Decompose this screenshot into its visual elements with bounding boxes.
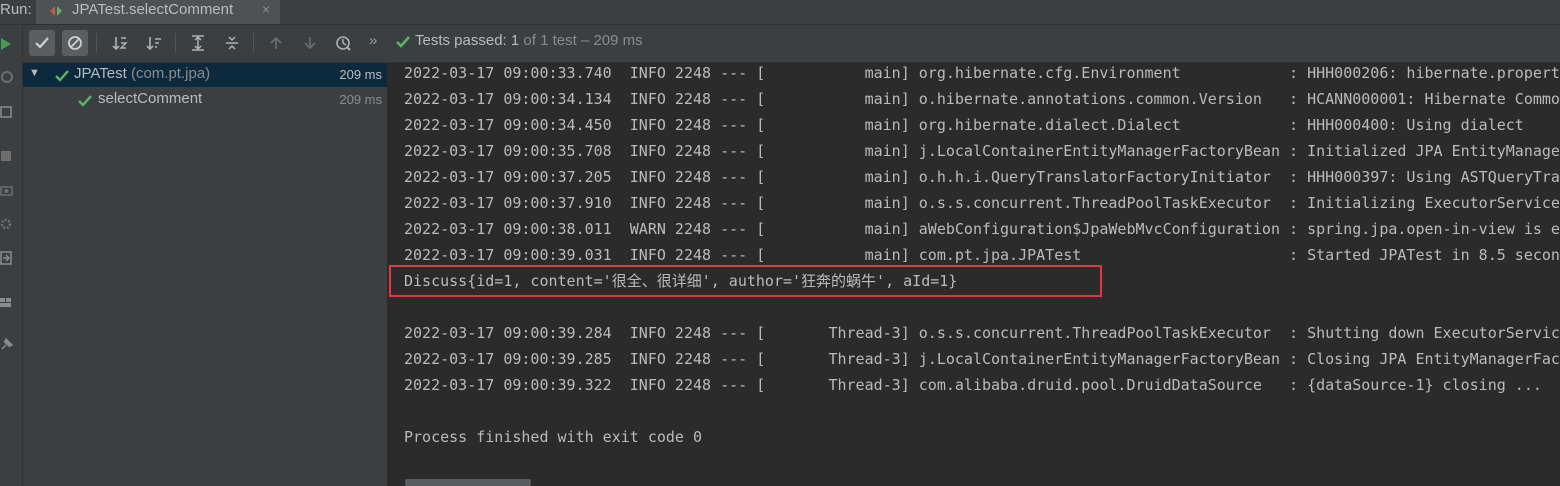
stop-icon[interactable] bbox=[0, 149, 14, 163]
tree-item-test-class[interactable]: ▼ JPATest (com.pt.jpa) 209 ms bbox=[23, 63, 387, 87]
next-failed-button[interactable] bbox=[297, 30, 323, 56]
run-config-tab[interactable]: JPATest.selectComment × bbox=[36, 0, 280, 24]
test-runner-toolbar: » Tests passed: 1 of 1 test – 209 ms bbox=[23, 25, 1560, 63]
sort-by-duration-button[interactable] bbox=[141, 30, 167, 56]
toolbar-separator bbox=[175, 33, 176, 53]
toolbar-separator bbox=[253, 33, 254, 53]
close-icon[interactable]: × bbox=[262, 1, 270, 17]
run-tab-bar: Run: JPATest.selectComment × bbox=[0, 0, 1560, 25]
run-label: Run: bbox=[0, 1, 32, 18]
test-status-summary: Tests passed: 1 of 1 test – 209 ms bbox=[415, 32, 643, 49]
sort-alpha-icon bbox=[112, 37, 128, 51]
expand-all-icon bbox=[192, 35, 204, 51]
more-icon[interactable]: » bbox=[369, 32, 377, 49]
tab-title: JPATest.selectComment bbox=[72, 1, 234, 18]
collapse-all-button[interactable] bbox=[219, 30, 245, 56]
log-line: 2022-03-17 09:00:34.450 INFO 2248 --- [ … bbox=[404, 116, 1524, 134]
tests-passed-check-icon bbox=[396, 36, 410, 48]
log-line: 2022-03-17 09:00:33.740 INFO 2248 --- [ … bbox=[404, 64, 1560, 82]
test-method-name: selectComment bbox=[98, 90, 203, 107]
test-class-package: (com.pt.jpa) bbox=[130, 65, 211, 82]
sort-alphabetically-button[interactable] bbox=[107, 30, 133, 56]
exit-icon[interactable] bbox=[0, 251, 14, 265]
test-duration: 209 ms bbox=[339, 92, 382, 107]
pin-icon[interactable] bbox=[0, 337, 14, 351]
run-icon[interactable] bbox=[0, 37, 14, 51]
show-passed-button[interactable] bbox=[29, 30, 55, 56]
test-results-tree: ▼ JPATest (com.pt.jpa) 209 ms selectComm… bbox=[23, 63, 388, 486]
log-line: 2022-03-17 09:00:39.322 INFO 2248 --- [ … bbox=[404, 376, 1542, 394]
log-line: 2022-03-17 09:00:34.134 INFO 2248 --- [ … bbox=[404, 90, 1560, 108]
layout-icon[interactable] bbox=[0, 295, 14, 309]
history-icon bbox=[336, 36, 351, 51]
show-ignored-button[interactable] bbox=[62, 30, 88, 56]
toggle-auto-test-icon[interactable] bbox=[0, 105, 14, 119]
rerun-failed-icon[interactable] bbox=[0, 70, 14, 84]
settings-icon[interactable] bbox=[0, 217, 14, 231]
arrow-up-icon bbox=[270, 36, 282, 49]
status-details: of 1 test – 209 ms bbox=[523, 32, 643, 49]
status-count: 1 bbox=[510, 32, 520, 49]
console-output[interactable]: 2022-03-17 09:00:33.740 INFO 2248 --- [ … bbox=[388, 63, 1560, 486]
log-line: 2022-03-17 09:00:39.285 INFO 2248 --- [ … bbox=[404, 350, 1560, 368]
log-line: 2022-03-17 09:00:37.910 INFO 2248 --- [ … bbox=[404, 194, 1560, 212]
status-lead: Tests passed: bbox=[415, 32, 507, 49]
log-line: 2022-03-17 09:00:35.708 INFO 2248 --- [ … bbox=[404, 142, 1560, 160]
sort-duration-icon bbox=[146, 37, 161, 51]
test-history-button[interactable] bbox=[331, 30, 357, 56]
passed-check-icon bbox=[55, 70, 69, 82]
passed-check-icon bbox=[78, 95, 92, 107]
camera-icon[interactable] bbox=[0, 183, 14, 197]
log-line: 2022-03-17 09:00:38.011 WARN 2248 --- [ … bbox=[404, 220, 1560, 238]
tree-item-label: JPATest (com.pt.jpa) bbox=[74, 65, 210, 82]
toolbar-separator bbox=[96, 33, 97, 53]
expand-arrow-icon[interactable]: ▼ bbox=[29, 67, 40, 79]
arrow-down-icon bbox=[304, 37, 316, 50]
test-class-name: JPATest bbox=[74, 65, 127, 82]
collapse-all-icon bbox=[226, 36, 238, 50]
previous-failed-button[interactable] bbox=[263, 30, 289, 56]
horizontal-scrollbar[interactable] bbox=[405, 479, 531, 486]
log-line: 2022-03-17 09:00:39.284 INFO 2248 --- [ … bbox=[404, 324, 1560, 342]
show-ignored-icon bbox=[68, 36, 82, 50]
log-line: 2022-03-17 09:00:37.205 INFO 2248 --- [ … bbox=[404, 168, 1560, 186]
junit-icon bbox=[50, 6, 62, 16]
show-passed-icon bbox=[35, 37, 49, 49]
process-exit-line: Process finished with exit code 0 bbox=[404, 428, 703, 446]
highlight-annotation-box bbox=[389, 265, 1102, 297]
tree-item-test-method[interactable]: selectComment 209 ms bbox=[23, 88, 387, 112]
run-side-toolbar bbox=[0, 25, 23, 486]
test-duration: 209 ms bbox=[339, 67, 382, 82]
expand-all-button[interactable] bbox=[185, 30, 211, 56]
